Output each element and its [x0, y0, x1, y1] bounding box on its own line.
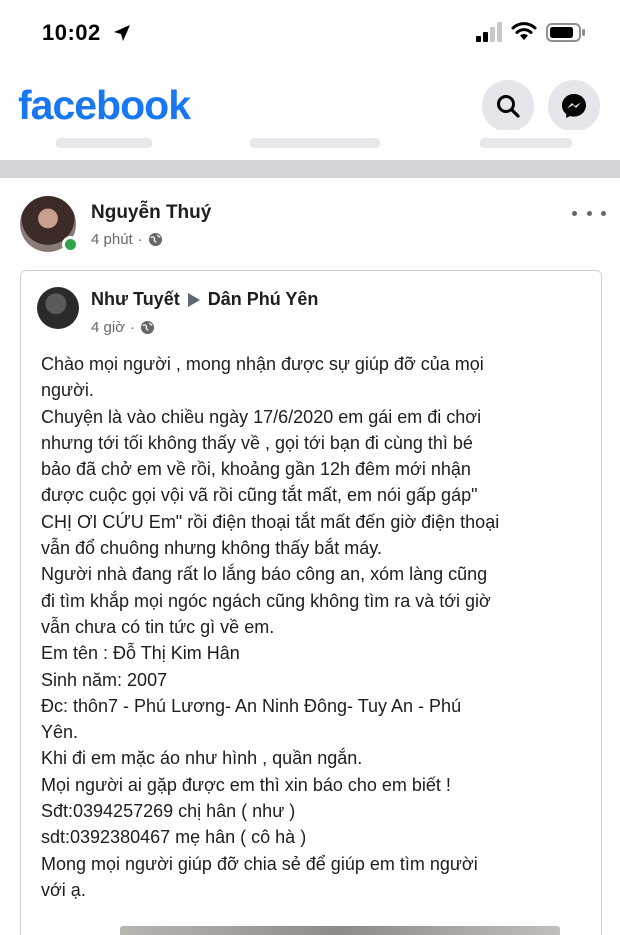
post-text-line: đi tìm khắp mọi ngóc ngách cũng không tì… [41, 590, 491, 611]
status-time: 10:02 [42, 20, 101, 45]
wifi-icon [511, 22, 537, 40]
composer-action-ghost [480, 138, 572, 148]
composer-action-ghost [56, 138, 152, 148]
dot [572, 210, 577, 216]
shared-post-header: Như Tuyết Dân Phú Yên [91, 289, 318, 310]
more-options-button[interactable] [572, 200, 606, 226]
dot [586, 210, 592, 216]
post-text-line: được cuộc gọi vội vã rồi cũng tắt mất, e… [41, 485, 478, 506]
globe-icon [148, 232, 162, 247]
shared-post[interactable]: Như Tuyết Dân Phú Yên 4 giờ · Chào mọi n… [20, 270, 602, 935]
messenger-button[interactable] [548, 80, 600, 132]
messenger-icon [562, 94, 586, 118]
dot [601, 210, 606, 216]
shared-group-name[interactable]: Dân Phú Yên [208, 289, 319, 310]
post-text-line: vẫn chưa có tin tức gì về em. [41, 616, 275, 637]
search-icon [497, 95, 520, 118]
post-text-line: Chuyện là vào chiều ngày 17/6/2020 em gá… [41, 406, 482, 427]
post-time[interactable]: 4 phút [91, 231, 133, 248]
post-text-line: Mọi người ai gặp được em thì xin báo cho… [41, 774, 451, 795]
post-image-peek[interactable] [120, 926, 560, 935]
post-text-line: CHỊ ƠI CỨU Em" rồi điện thoại tắt mất đế… [41, 511, 500, 532]
post-text-line: nhưng tới tối không thấy về , gọi tới bạ… [41, 432, 473, 453]
post-text-line: Sinh năm: 2007 [41, 669, 168, 690]
post-author-name[interactable]: Nguyễn Thuý [91, 202, 211, 224]
post-text-line: Khi đi em mặc áo như hình , quần ngắn. [41, 748, 363, 769]
post-body: Chào mọi người , mong nhận được sự giúp … [41, 351, 589, 903]
post-text-line: Mong mọi người giúp đỡ chia sẻ để giúp e… [41, 853, 478, 874]
post-text-line: Người nhà đang rất lo lắng báo công an, … [41, 564, 488, 585]
post-text-line: Yên. [41, 722, 79, 743]
composer-actions-strip [0, 130, 620, 160]
post-text-line: sdt:0392380467 mẹ hân ( cô hà ) [41, 827, 307, 848]
location-arrow-icon [114, 25, 130, 41]
meta-dot: · [137, 231, 143, 248]
shared-post-meta: 4 giờ · [91, 319, 155, 336]
post-card: Nguyễn Thuý 4 phút · Như Tuyết Dân Phú Y… [0, 178, 620, 935]
facebook-logo[interactable]: facebook [18, 82, 191, 129]
search-button[interactable] [482, 80, 534, 132]
post-text-line: Chào mọi người , mong nhận được sự giúp … [41, 354, 484, 374]
online-status-dot [62, 236, 79, 253]
battery-icon [546, 23, 585, 42]
feed-separator [0, 160, 620, 178]
post-text-line: bảo đã chở em về rồi, khoảng gần 12h đêm… [41, 459, 471, 480]
post-text-line: vẫn đổ chuông nhưng không thấy bắt máy. [41, 538, 382, 559]
shared-to-arrow-icon [187, 292, 200, 307]
shared-post-time[interactable]: 4 giờ [91, 319, 125, 336]
post-text-line: Đc: thôn7 - Phú Lương- An Ninh Đông- Tuy… [41, 695, 462, 716]
signal-bars-icon [476, 22, 502, 42]
post-meta: 4 phút · [91, 231, 163, 248]
shared-author-name[interactable]: Như Tuyết [91, 289, 180, 310]
post-text-line: Em tên : Đỗ Thị Kim Hân [41, 643, 240, 664]
post-text-line: Sđt:0394257269 chị hân ( như ) [41, 801, 296, 822]
status-bar: 10:02 [0, 0, 620, 66]
composer-action-ghost [250, 138, 380, 148]
post-text-line: với ạ. [41, 879, 86, 900]
post-text-line: người. [41, 380, 94, 401]
shared-avatar[interactable] [37, 287, 79, 329]
globe-icon [140, 320, 155, 335]
meta-dot: · [130, 319, 136, 336]
